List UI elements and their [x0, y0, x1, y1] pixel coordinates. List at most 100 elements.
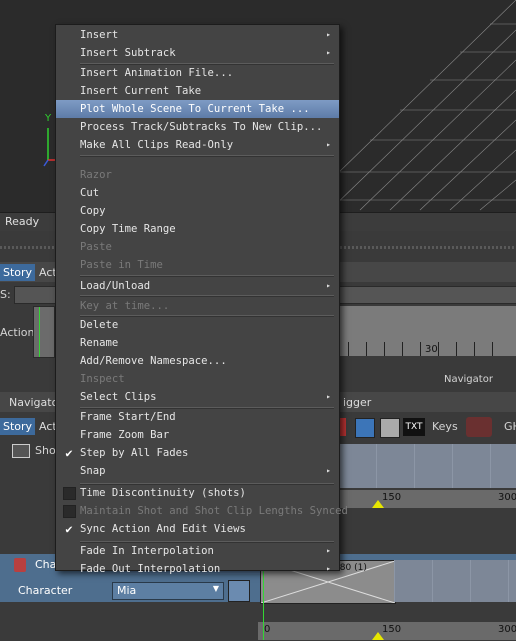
menu-item-rename[interactable]: Rename: [56, 334, 339, 352]
menu-item-label: Insert Subtrack: [80, 47, 176, 59]
menu-item-label: Process Track/Subtracks To New Clip...: [80, 121, 323, 133]
menu-item-label: Make All Clips Read-Only: [80, 139, 234, 151]
menu-item-label: Razor: [80, 169, 112, 181]
menu-item-fade-out-interpolation[interactable]: Fade Out Interpolation ▸: [56, 560, 339, 578]
menu-item-load-unload[interactable]: Load/Unload ▸: [56, 277, 339, 295]
menu-item-label: Add/Remove Namespace...: [80, 355, 227, 367]
checkbox-icon: [63, 487, 76, 500]
menu-item-label: Insert Current Take: [80, 85, 202, 97]
submenu-arrow-icon: ▸: [326, 140, 331, 149]
menu-item-label: Maintain Shot and Shot Clip Lengths Sync…: [80, 505, 348, 517]
menu-item-razor: Razor: [56, 166, 339, 184]
submenu-arrow-icon: ▸: [326, 392, 331, 401]
menu-item-label: Frame Zoom Bar: [80, 429, 170, 441]
axis-y-label: Y: [45, 113, 52, 124]
tab-trigger[interactable]: igger: [340, 394, 374, 411]
text-icon[interactable]: TXT: [403, 418, 425, 436]
character-label: Character: [18, 584, 73, 597]
menu-item-maintain-shot-and-shot-clip-lengths-synced: Maintain Shot and Shot Clip Lengths Sync…: [56, 502, 348, 520]
menu-item-label: Delete: [80, 319, 119, 331]
gh-label: GH: [504, 420, 516, 433]
menu-item-label: Inspect: [80, 373, 125, 385]
playhead[interactable]: [263, 568, 264, 640]
status-text: Ready: [5, 215, 40, 228]
menu-item-label: Key at time...: [80, 300, 170, 312]
menu-item-label: Snap: [80, 465, 106, 477]
axis-z-line: [43, 159, 49, 167]
menu-item-fade-in-interpolation[interactable]: Fade In Interpolation ▸: [56, 542, 339, 560]
menu-item-label: Insert Animation File...: [80, 67, 234, 79]
submenu-arrow-icon: ▸: [326, 466, 331, 475]
context-menu: Insert ▸ Insert Subtrack ▸ Insert Animation …: [55, 24, 348, 575]
char-ruler-300: 300: [498, 624, 516, 635]
menu-item-label: Sync Action And Edit Views: [80, 523, 246, 535]
menu-item-label: Paste: [80, 241, 112, 253]
action-ruler-label: 30: [425, 344, 438, 355]
menu-separator: [80, 155, 334, 157]
char-ruler-0: 0: [264, 624, 271, 635]
menu-item-label: Select Clips: [80, 391, 157, 403]
checkmark-icon: ✔: [65, 446, 73, 460]
chevron-down-icon: ▼: [212, 584, 219, 593]
character-keys-icon[interactable]: [466, 417, 492, 437]
tab-navigator[interactable]: Navigato: [6, 394, 61, 411]
submenu-arrow-icon: ▸: [326, 48, 331, 57]
menu-item-label: Paste in Time: [80, 259, 163, 271]
menu-item-label: Copy Time Range: [80, 223, 176, 235]
menu-item-plot-whole-scene-to-current-take[interactable]: Plot Whole Scene To Current Take ...: [56, 100, 339, 118]
character-pose-icon[interactable]: [228, 580, 250, 602]
menu-item-process-track-subtracks-to-new-clip[interactable]: Process Track/Subtracks To New Clip...: [56, 118, 339, 136]
action-ruler[interactable]: 30: [338, 306, 516, 356]
playhead-line: [39, 307, 40, 357]
menu-item-frame-zoom-bar[interactable]: Frame Zoom Bar: [56, 426, 339, 444]
menu-item-paste: Paste: [56, 238, 339, 256]
menu-item-inspect: Inspect: [56, 370, 339, 388]
menu-item-add-remove-namespace[interactable]: Add/Remove Namespace...: [56, 352, 339, 370]
shot-ruler[interactable]: 150 300: [338, 490, 516, 508]
character-icon: [14, 558, 26, 572]
menu-item-cut[interactable]: Cut: [56, 184, 339, 202]
shot-ruler-300: 300: [498, 492, 516, 503]
menu-item-time-discontinuity-shots[interactable]: Time Discontinuity (shots): [56, 484, 339, 502]
camera-view-icon[interactable]: [355, 418, 375, 438]
tab-story-2[interactable]: Story: [0, 418, 36, 435]
menu-item-label: Time Discontinuity (shots): [80, 487, 246, 499]
menu-item-label: Load/Unload: [80, 280, 151, 292]
menu-item-insert-current-take[interactable]: Insert Current Take: [56, 82, 339, 100]
submenu-arrow-icon: ▸: [326, 30, 331, 39]
menu-item-insert-animation-file[interactable]: Insert Animation File...: [56, 64, 339, 82]
checkbox-icon: [63, 505, 76, 518]
character-dropdown[interactable]: Mia ▼: [112, 582, 224, 600]
action-track-handle[interactable]: [33, 306, 55, 358]
menu-item-frame-start-end[interactable]: Frame Start/End: [56, 408, 339, 426]
menu-item-sync-action-and-edit-views[interactable]: ✔ Sync Action And Edit Views: [56, 520, 339, 538]
char-ruler-150: 150: [382, 624, 402, 635]
shot-ruler-150: 150: [382, 492, 402, 503]
navigator-label: Navigator: [444, 374, 493, 385]
submenu-arrow-icon: ▸: [326, 564, 331, 573]
menu-item-select-clips[interactable]: Select Clips ▸: [56, 388, 339, 406]
submenu-arrow-icon: ▸: [326, 546, 331, 555]
menu-item-insert-subtrack[interactable]: Insert Subtrack ▸: [56, 44, 339, 62]
menu-item-label: Fade Out Interpolation: [80, 563, 221, 575]
menu-item-step-by-all-fades[interactable]: ✔ Step by All Fades: [56, 444, 339, 462]
menu-item-label: Plot Whole Scene To Current Take ...: [80, 103, 310, 115]
menu-item-snap[interactable]: Snap ▸: [56, 462, 339, 480]
menu-item-delete[interactable]: Delete: [56, 316, 339, 334]
menu-item-insert[interactable]: Insert ▸: [56, 26, 339, 44]
menu-item-paste-in-time: Paste in Time: [56, 256, 339, 274]
record-icon[interactable]: [340, 418, 346, 436]
menu-item-copy[interactable]: Copy: [56, 202, 339, 220]
character-ruler[interactable]: 0 150 300: [258, 622, 516, 640]
menu-item-copy-time-range[interactable]: Copy Time Range: [56, 220, 339, 238]
menu-item-label: Frame Start/End: [80, 411, 176, 423]
menu-item-label: Fade In Interpolation: [80, 545, 214, 557]
shot-timeline[interactable]: [338, 444, 516, 488]
character-timeline[interactable]: [394, 560, 516, 602]
display-icon[interactable]: [380, 418, 400, 438]
menu-item-label: Insert: [80, 29, 119, 41]
submenu-arrow-icon: ▸: [326, 281, 331, 290]
menu-item-make-all-clips-read-only[interactable]: Make All Clips Read-Only ▸: [56, 136, 339, 154]
tab-story[interactable]: Story: [0, 264, 36, 281]
checkmark-icon: ✔: [65, 522, 73, 536]
